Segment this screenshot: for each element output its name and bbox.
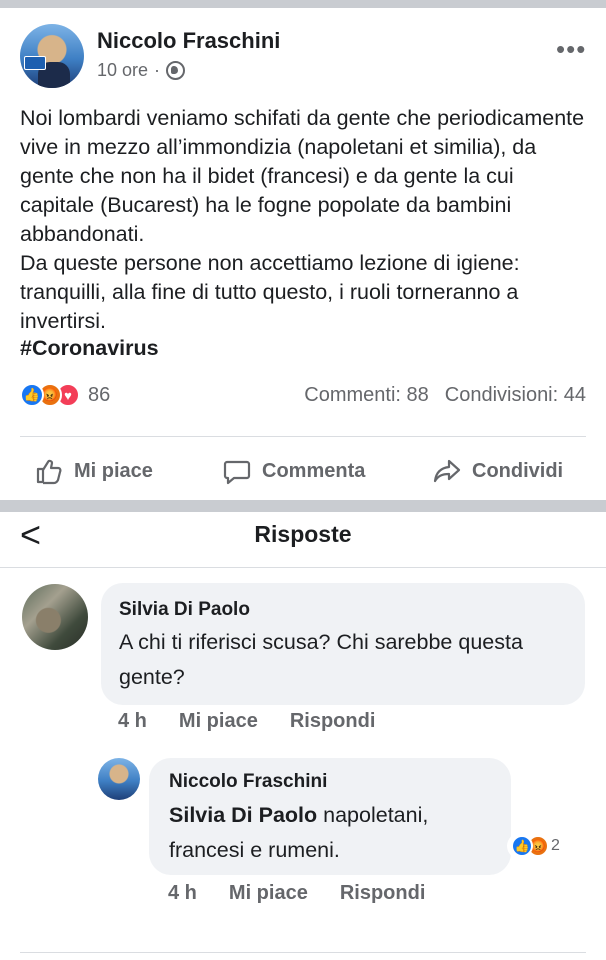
section-separator	[0, 500, 606, 512]
replies-title: Risposte	[254, 521, 352, 547]
share-arrow-icon	[433, 459, 461, 483]
reply-bubble: Niccolo Fraschini Silvia Di Paolo napole…	[149, 758, 511, 875]
divider	[20, 952, 586, 953]
meta-separator: ·	[154, 60, 161, 80]
comment-text: A chi ti riferisci scusa? Chi sarebbe qu…	[119, 630, 523, 689]
like-button-label: Mi piace	[74, 459, 153, 482]
reply-reactions[interactable]: 👍 😡 2	[507, 833, 564, 859]
reactions-summary[interactable]: 👍 😡 ♥ 86	[20, 383, 110, 407]
comment-bubble-icon	[223, 460, 251, 485]
post-author-avatar[interactable]	[20, 24, 84, 88]
comment-meta: 4 h Mi piace Rispondi	[118, 710, 375, 733]
like-button[interactable]: Mi piace	[34, 456, 153, 486]
post-time[interactable]: 10 ore	[97, 60, 148, 81]
post-paragraph-1: Noi lombardi veniamo schifati da gente c…	[20, 106, 585, 246]
comment-button-label: Commenta	[262, 459, 366, 482]
shares-count[interactable]: Condivisioni: 44	[445, 384, 586, 407]
reply-author[interactable]: Niccolo Fraschini	[169, 771, 327, 793]
divider	[0, 567, 606, 568]
globe-icon	[166, 61, 186, 80]
thumbs-up-icon	[36, 459, 62, 485]
reaction-count: 86	[88, 383, 111, 406]
comment-time[interactable]: 4 h	[118, 710, 147, 733]
post-stats: Commenti: 88 Condivisioni: 44	[304, 384, 586, 407]
reply-text: Silvia Di Paolo napoletani, francesi e r…	[169, 798, 499, 868]
reply-author-avatar[interactable]	[98, 758, 140, 800]
comment-bubble: Silvia Di Paolo A chi ti riferisci scusa…	[101, 583, 585, 705]
more-options-button[interactable]: •••	[556, 36, 586, 62]
comment-like-button[interactable]: Mi piace	[179, 710, 258, 733]
reply-like-button[interactable]: Mi piace	[229, 882, 308, 905]
post-text: Noi lombardi veniamo schifati da gente c…	[20, 104, 590, 336]
like-reaction-icon: 👍	[511, 835, 533, 857]
comment-author[interactable]: Silvia Di Paolo	[119, 599, 250, 621]
avatar-logo	[24, 56, 46, 70]
comment-button[interactable]: Commenta	[222, 456, 365, 486]
like-reaction-icon: 👍	[20, 383, 44, 407]
top-bar	[0, 0, 606, 8]
share-button[interactable]: Condividi	[432, 456, 563, 486]
comments-count[interactable]: Commenti: 88	[304, 384, 429, 407]
post-author-name[interactable]: Niccolo Fraschini	[97, 28, 280, 54]
hashtag-link[interactable]: #Coronavirus	[20, 336, 159, 361]
divider	[20, 436, 586, 437]
post-paragraph-2: Da queste persone non accettiamo lezione…	[20, 251, 520, 333]
reply-time[interactable]: 4 h	[168, 882, 197, 905]
reply-mention[interactable]: Silvia Di Paolo	[169, 803, 317, 827]
reply-reaction-count: 2	[551, 837, 560, 854]
post-actions-bar: Mi piace Commenta Condividi	[0, 448, 606, 492]
reply-reply-button[interactable]: Rispondi	[340, 882, 426, 905]
comment-reply-button[interactable]: Rispondi	[290, 710, 376, 733]
commenter-avatar[interactable]	[22, 584, 88, 650]
share-button-label: Condividi	[472, 459, 564, 482]
post-meta: 10 ore ·	[97, 60, 186, 81]
reply-meta: 4 h Mi piace Rispondi	[168, 882, 425, 905]
